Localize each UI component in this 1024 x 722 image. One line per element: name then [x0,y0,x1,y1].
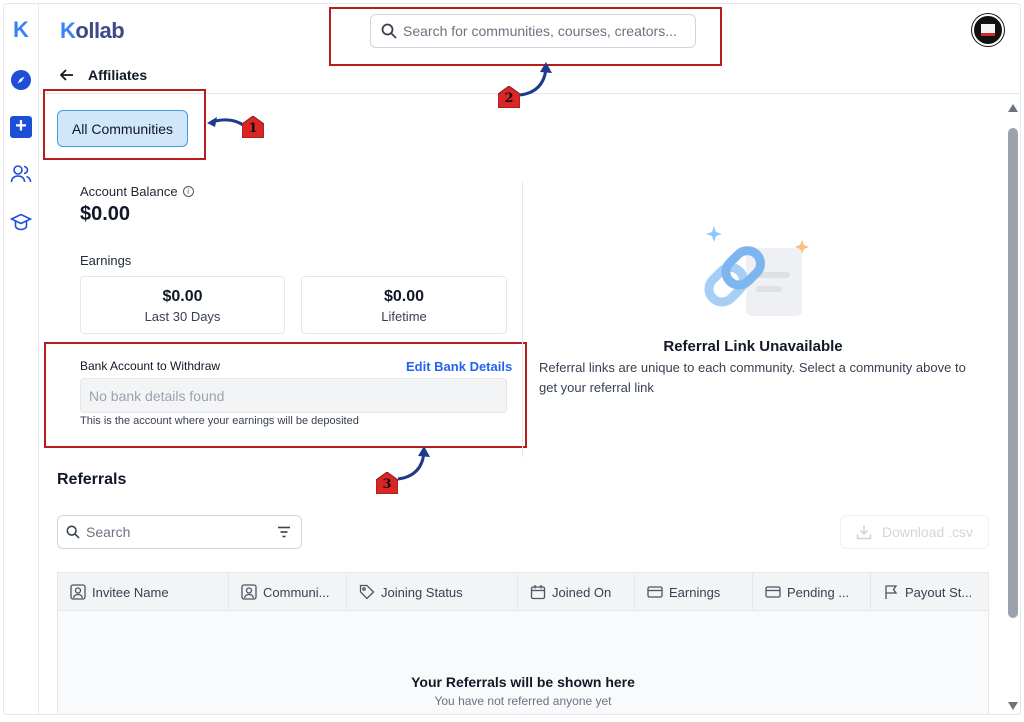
annotation-badge-3: 3 [376,472,398,494]
add-icon[interactable]: + [9,115,33,139]
referrals-search-input[interactable]: Search [57,515,302,549]
graduation-cap-icon[interactable] [9,210,33,234]
info-icon[interactable]: i [182,186,194,197]
referral-link-description: Referral links are unique to each commun… [539,360,966,395]
flag-icon [885,585,898,599]
edit-bank-details-link[interactable]: Edit Bank Details [406,359,512,374]
breadcrumb: Affiliates [60,67,147,83]
vertical-scrollbar[interactable] [1006,104,1020,710]
column-header-invitee-name[interactable]: Invitee Name [58,573,229,611]
all-communities-button[interactable]: All Communities [57,110,188,147]
account-balance-label: Account Balance i [80,184,194,199]
annotation-arrow-3 [397,446,430,481]
stat-card-lifetime: $0.00 Lifetime [301,276,507,334]
scroll-up-arrow-icon[interactable] [1008,104,1018,112]
scroll-down-arrow-icon[interactable] [1008,702,1018,710]
kollab-logo-icon[interactable]: K [9,17,33,42]
card-icon [765,586,781,598]
account-balance-value: $0.00 [80,203,131,225]
app-window: K + Kollab Search for communities, cours… [3,3,1021,715]
compass-icon[interactable] [9,68,33,92]
column-header-joining-status[interactable]: Joining Status [347,573,518,611]
column-header-joined-on[interactable]: Joined On [518,573,635,611]
download-csv-button[interactable]: Download .csv [840,515,989,549]
empty-state-subtitle: You have not referred anyone yet [434,694,612,708]
column-header-payout-status[interactable]: Payout St... [871,573,990,611]
table-header: Invitee Name Communi... Joining Status J… [58,573,988,611]
stat-label: Lifetime [381,309,427,324]
empty-state-title: Your Referrals will be shown here [411,674,635,690]
stat-card-last-30-days: $0.00 Last 30 Days [80,276,285,334]
panel-divider [522,182,523,457]
referral-link-title: Referral Link Unavailable [663,338,843,355]
download-icon [856,525,872,540]
back-arrow-icon[interactable] [60,69,74,81]
stat-value: $0.00 [162,288,203,305]
bank-account-label: Bank Account to Withdraw [80,359,221,373]
person-icon [241,584,257,600]
tag-icon [359,584,375,600]
stat-value: $0.00 [383,288,425,305]
referrals-search-placeholder: Search [86,524,131,540]
calendar-icon [530,585,546,600]
chain-link-illustration-icon [704,226,809,316]
kollab-brand-logo[interactable]: Kollab [60,18,125,44]
person-icon [70,584,86,600]
annotation-box-search [329,7,722,66]
annotation-badge-2: 2 [498,86,520,108]
bank-details-field[interactable]: No bank details found [80,378,507,413]
card-icon [647,586,663,598]
column-header-pending[interactable]: Pending ... [753,573,871,611]
column-header-earnings[interactable]: Earnings [635,573,753,611]
referrals-table: Invitee Name Communi... Joining Status J… [57,572,989,714]
stat-label: Last 30 Days [144,309,221,324]
search-icon [66,525,80,539]
scrollbar-thumb[interactable] [1008,128,1018,618]
bank-details-placeholder: No bank details found [89,387,225,404]
download-csv-label: Download .csv [881,524,974,540]
filter-icon[interactable] [277,526,291,538]
user-avatar[interactable] [972,14,1004,46]
column-header-community[interactable]: Communi... [229,573,347,611]
page-title: Affiliates [88,67,148,83]
earnings-label: Earnings [80,253,132,268]
annotation-badge-1: 1 [242,116,264,138]
referrals-heading: Referrals [57,471,127,488]
users-icon[interactable] [9,162,33,186]
annotation-arrow-2 [519,62,552,97]
left-rail: K + [4,4,39,714]
bank-help-text: This is the account where your earnings … [80,415,359,427]
